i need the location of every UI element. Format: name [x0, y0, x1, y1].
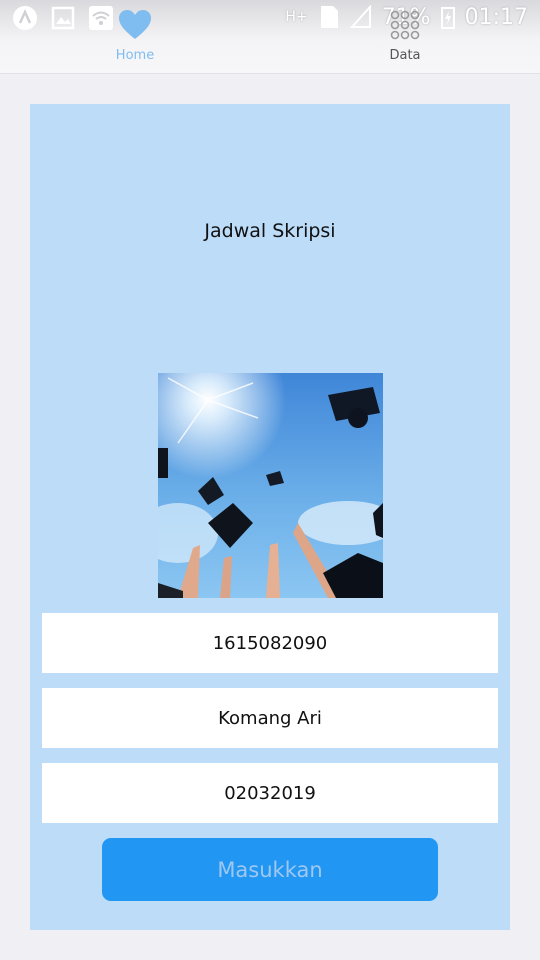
date-field[interactable]: [42, 763, 498, 823]
launcher-icon: [12, 5, 38, 31]
name-field[interactable]: [42, 688, 498, 748]
clock: 01:17: [464, 4, 528, 30]
form-card: Jadwal Skripsi 1615082090 Komang Ari 020…: [30, 104, 510, 930]
top-bar: H+ 71% 01:17 Home Data: [0, 0, 540, 74]
submit-button[interactable]: Masukkan: [102, 838, 438, 901]
tab-data[interactable]: Data: [345, 10, 465, 63]
tab-data-label: Data: [389, 48, 421, 63]
tab-home-label: Home: [115, 48, 155, 63]
page-title: Jadwal Skripsi: [204, 220, 336, 242]
sim-icon: [318, 4, 340, 30]
gallery-icon: [50, 5, 76, 31]
tab-home[interactable]: Home: [75, 9, 195, 63]
graduation-caps-photo: [158, 373, 383, 598]
network-type: H+: [285, 9, 308, 25]
nim-field[interactable]: [42, 613, 498, 673]
grid-icon: [389, 9, 421, 46]
heart-icon: [117, 9, 153, 46]
